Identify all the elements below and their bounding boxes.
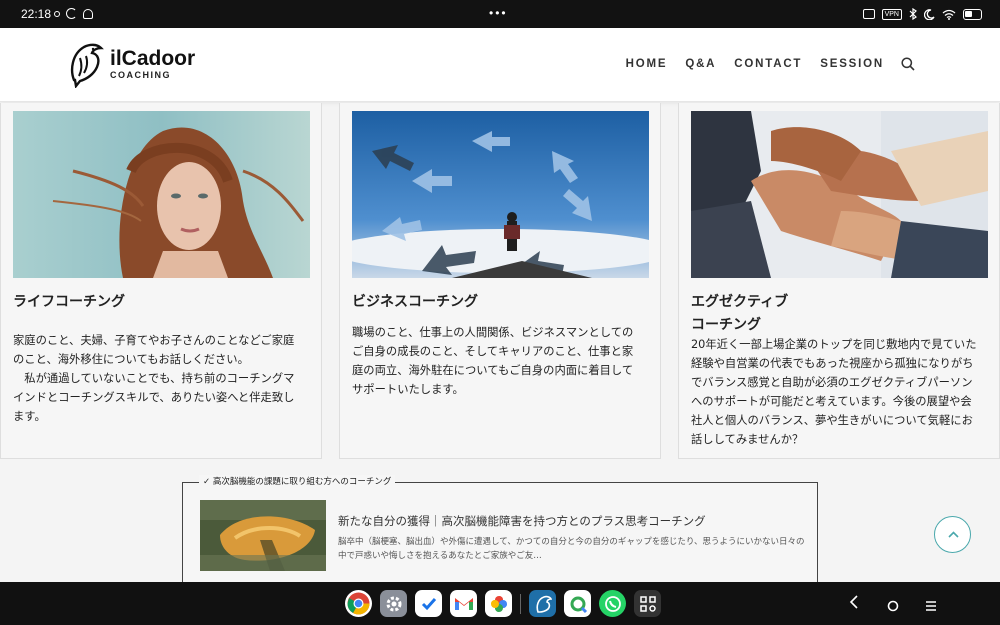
more-dots-icon[interactable]: ••• — [489, 6, 508, 20]
chevron-up-icon — [948, 531, 959, 538]
bluetooth-icon — [909, 8, 917, 20]
card-executive-coaching[interactable]: エグゼクティブ コーチング 20年近く一部上場企業のトップを同じ敷地内で見ていた… — [678, 103, 1000, 459]
tasks-icon[interactable] — [415, 590, 442, 617]
back-to-top-button[interactable] — [934, 516, 971, 553]
service-cards: ライフコーチング 家庭のこと、夫婦、子育てやお子さんのことなどご家庭のこと、海外… — [0, 103, 1000, 459]
chrome-icon[interactable] — [345, 590, 372, 617]
home-nav-icon[interactable] — [887, 597, 899, 616]
card-life-coaching[interactable]: ライフコーチング 家庭のこと、夫婦、子育てやお子さんのことなどご家庭のこと、海外… — [0, 103, 322, 459]
card-title: ライフコーチング — [13, 294, 125, 310]
dolphin-logo-icon — [70, 43, 104, 88]
gmail-icon[interactable] — [450, 590, 477, 617]
nav-contact[interactable]: CONTACT — [734, 58, 802, 70]
reader-mode-icon — [862, 9, 875, 19]
related-label: ✓ 高次脳機能の課題に取り組む方へのコーチング — [199, 475, 396, 487]
nav-session[interactable]: SESSION — [820, 58, 884, 70]
main-nav: HOME Q&A CONTACT SESSION — [626, 58, 884, 70]
dock-separator — [520, 593, 521, 614]
sync-icon — [66, 8, 77, 19]
card-body: 20年近く一部上場企業のトップを同じ敷地内で見ていた経験や自営業の代表でもあった… — [691, 338, 977, 446]
battery-icon — [963, 8, 982, 20]
clock: 22:18 — [21, 7, 52, 21]
app-dock — [345, 590, 661, 617]
teamwork-hands-image — [691, 111, 988, 278]
back-nav-icon[interactable] — [849, 594, 859, 613]
ilcadoor-app-icon[interactable] — [529, 590, 556, 617]
whatsapp-icon[interactable] — [599, 590, 626, 617]
system-nav-bar — [0, 582, 1000, 625]
qr-scanner-icon[interactable] — [634, 590, 661, 617]
card-business-coaching[interactable]: ビジネスコーチング 職場のこと、仕事上の人間関係、ビジネスマンとしてのご自身の成… — [339, 103, 661, 459]
sim-icon — [83, 8, 93, 19]
nav-qa[interactable]: Q&A — [685, 58, 716, 70]
recents-nav-icon[interactable] — [925, 597, 937, 616]
wifi-icon — [942, 9, 956, 20]
woman-portrait-image — [13, 111, 310, 278]
related-post-box[interactable]: ✓ 高次脳機能の課題に取り組む方へのコーチング 新たな自分の獲得｜高次脳機能障害… — [182, 475, 818, 592]
card-body: 職場のこと、仕事上の人間関係、ビジネスマンとしてのご自身の成長のこと、そしてキャ… — [352, 326, 634, 396]
related-title[interactable]: 新たな自分の獲得｜高次脳機能障害を持つ方とのプラス思考コーチング — [338, 513, 808, 529]
vpn-icon: VPN — [881, 8, 902, 20]
nav-home[interactable]: HOME — [626, 58, 668, 70]
lens-icon[interactable] — [564, 590, 591, 617]
card-title: エグゼクティブ コーチング — [691, 294, 789, 333]
logo-subtitle: COACHING — [110, 70, 171, 80]
card-title: ビジネスコーチング — [352, 294, 478, 310]
moon-icon — [924, 8, 935, 20]
site-logo[interactable]: ilCadoor COACHING — [66, 40, 195, 88]
settings-icon[interactable] — [380, 590, 407, 617]
logo-name: ilCadoor — [110, 47, 196, 70]
related-thumbnail — [200, 500, 326, 571]
status-bar: 22:18 ••• VPN — [0, 0, 1000, 28]
notification-icon — [54, 10, 60, 17]
card-body: 家庭のこと、夫婦、子育てやお子さんのことなどご家庭のこと、海外移住についてもお話… — [13, 334, 295, 423]
related-description: 脳卒中（脳梗塞、脳出血）や外傷に遭遇して、かつての自分と今の自分のギャップを感じ… — [338, 537, 805, 561]
photos-icon[interactable] — [485, 590, 512, 617]
search-icon[interactable] — [901, 57, 915, 71]
site-header: ilCadoor COACHING HOME Q&A CONTACT SESSI… — [0, 28, 1000, 102]
arrows-businessman-image — [352, 111, 649, 278]
